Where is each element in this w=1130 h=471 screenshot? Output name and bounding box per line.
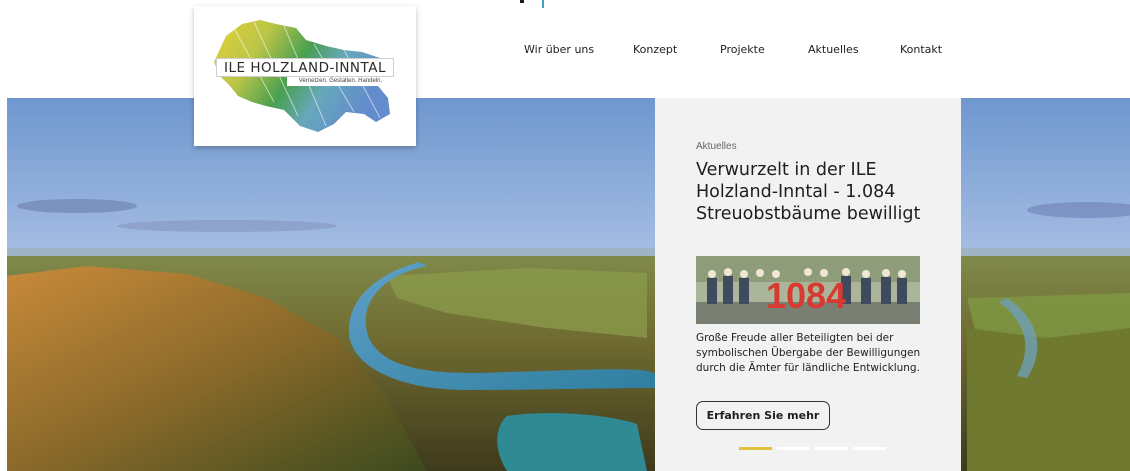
- photo-number-text: 1084: [766, 275, 846, 316]
- slider-dot-2[interactable]: [777, 447, 810, 450]
- nav-item-aktuelles[interactable]: Aktuelles: [808, 43, 859, 56]
- group-photo-image: 1084: [696, 256, 920, 324]
- slider-dot-1[interactable]: [739, 447, 772, 450]
- site-logo[interactable]: ILE HOLZLAND-INNTAL Vernetzen. Gestalten…: [194, 6, 416, 146]
- nav-item-wir-ueber-uns[interactable]: Wir über uns: [524, 43, 594, 56]
- read-more-button[interactable]: Erfahren Sie mehr: [696, 401, 830, 430]
- slider-dots: [739, 447, 889, 451]
- news-title[interactable]: Verwurzelt in der ILE Holzland-Inntal - …: [696, 159, 936, 225]
- nav-item-konzept[interactable]: Konzept: [633, 43, 677, 56]
- header-accent-line: [542, 0, 544, 8]
- main-navigation: Wir über uns Konzept Projekte Aktuelles …: [0, 43, 1130, 59]
- nav-item-projekte[interactable]: Projekte: [720, 43, 765, 56]
- aerial-landscape-image: [7, 98, 1130, 471]
- news-image[interactable]: 1084: [696, 256, 920, 324]
- slider-dot-3[interactable]: [815, 447, 848, 450]
- site-header: Wir über uns Konzept Projekte Aktuelles …: [0, 0, 1130, 98]
- hero-slider: [7, 98, 1130, 471]
- news-panel: Aktuelles Verwurzelt in der ILE Holzland…: [655, 98, 961, 471]
- header-decoration: [520, 0, 524, 3]
- nav-item-kontakt[interactable]: Kontakt: [900, 43, 942, 56]
- news-category: Aktuelles: [696, 141, 737, 152]
- slider-dot-4[interactable]: [853, 447, 886, 450]
- news-text: Große Freude aller Beteiligten bei der s…: [696, 332, 921, 374]
- logo-tagline: Vernetzen. Gestalten. Handeln.: [287, 77, 394, 86]
- logo-title: ILE HOLZLAND-INNTAL: [216, 58, 394, 77]
